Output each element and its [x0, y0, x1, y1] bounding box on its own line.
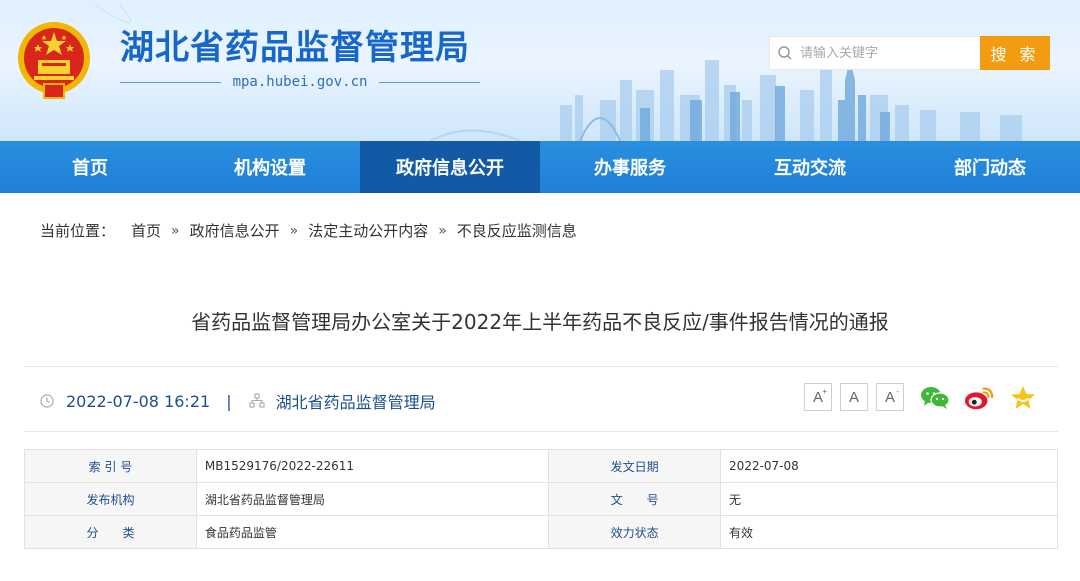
favorite-button[interactable] — [1008, 383, 1038, 413]
site-domain: mpa.hubei.gov.cn — [232, 74, 368, 90]
font-larger-button[interactable]: A + — [804, 383, 832, 411]
site-header: 湖北省药品监督管理局 mpa.hubei.gov.cn 搜 索 — [0, 0, 1080, 141]
article-meta: 2022-07-08 16:21 | 湖北省药品监督管理局 — [38, 389, 436, 413]
breadcrumb-link-statutory[interactable]: 法定主动公开内容 — [308, 220, 428, 241]
breadcrumb-link-gov-info[interactable]: 政府信息公开 — [190, 220, 280, 241]
article-meta-bar: 2022-07-08 16:21 | 湖北省药品监督管理局 A + A A- — [24, 366, 1058, 432]
info-value-publisher: 湖北省药品监督管理局 — [195, 482, 550, 516]
font-default-label: A — [848, 388, 859, 406]
info-value-status: 有效 — [720, 515, 1058, 549]
info-key-status: 效力状态 — [548, 515, 722, 549]
meta-divider: | — [226, 391, 232, 411]
org-icon — [248, 392, 266, 410]
search-input[interactable] — [800, 37, 980, 69]
font-smaller-button[interactable]: A- — [876, 383, 904, 411]
wechat-share-button[interactable] — [920, 383, 950, 413]
search-icon — [770, 36, 800, 70]
document-info-table: 索 引 号 MB1529176/2022-22611 发文日期 2022-07-… — [24, 449, 1058, 549]
info-key-doc-number: 文 号 — [548, 482, 722, 516]
publisher-name: 湖北省药品监督管理局 — [275, 393, 436, 412]
breadcrumb-separator: » — [171, 222, 180, 239]
nav-item-organization[interactable]: 机构设置 — [180, 141, 360, 193]
info-key-issue-date: 发文日期 — [548, 449, 722, 483]
site-domain-row: mpa.hubei.gov.cn — [120, 72, 481, 92]
table-row: 索 引 号 MB1529176/2022-22611 发文日期 2022-07-… — [24, 449, 1058, 483]
breadcrumb-separator: » — [438, 222, 447, 239]
nav-item-gov-info[interactable]: 政府信息公开 — [360, 141, 540, 193]
font-size-controls: A + A A- — [804, 383, 912, 411]
search-box — [769, 36, 980, 70]
wechat-icon — [921, 387, 950, 409]
nav-item-services[interactable]: 办事服务 — [540, 141, 720, 193]
main-nav: 首页 机构设置 政府信息公开 办事服务 互动交流 部门动态 — [0, 141, 1080, 193]
info-value-category: 食品药品监管 — [195, 515, 550, 549]
info-value-doc-number: 无 — [720, 482, 1058, 516]
nav-item-interaction[interactable]: 互动交流 — [720, 141, 900, 193]
breadcrumb-link-adverse-reaction[interactable]: 不良反应监测信息 — [457, 220, 577, 241]
site-title[interactable]: 湖北省药品监督管理局 — [120, 20, 470, 69]
share-bar — [920, 383, 1052, 413]
plus-icon: + — [822, 387, 827, 396]
info-key-publisher: 发布机构 — [24, 482, 197, 516]
table-row: 分 类 食品药品监管 效力状态 有效 — [24, 515, 1058, 549]
divider-line — [120, 81, 221, 83]
nav-item-home[interactable]: 首页 — [0, 141, 180, 193]
info-value-issue-date: 2022-07-08 — [720, 449, 1058, 483]
search-button[interactable]: 搜 索 — [980, 36, 1050, 70]
breadcrumb: 当前位置： 首页 » 政府信息公开 » 法定主动公开内容 » 不良反应监测信息 — [40, 220, 577, 241]
weibo-share-button[interactable] — [964, 383, 994, 413]
weibo-icon — [964, 387, 994, 410]
national-emblem-icon — [18, 22, 90, 99]
breadcrumb-label: 当前位置： — [40, 222, 116, 240]
table-row: 发布机构 湖北省药品监督管理局 文 号 无 — [24, 482, 1058, 516]
info-key-index: 索 引 号 — [24, 449, 197, 483]
breadcrumb-separator: » — [289, 222, 299, 239]
font-smaller-label: A — [884, 388, 895, 406]
divider-line — [379, 81, 481, 83]
publish-datetime: 2022-07-08 16:21 — [66, 391, 211, 411]
minus-icon: - — [896, 387, 899, 396]
nav-item-news[interactable]: 部门动态 — [900, 141, 1080, 193]
article-title: 省药品监督管理局办公室关于2022年上半年药品不良反应/事件报告情况的通报 — [191, 310, 889, 334]
info-value-index: MB1529176/2022-22611 — [195, 449, 550, 483]
breadcrumb-link-home[interactable]: 首页 — [131, 220, 161, 241]
clock-icon — [38, 392, 56, 410]
info-key-category: 分 类 — [24, 515, 197, 549]
font-default-button[interactable]: A — [840, 383, 868, 411]
star-icon — [1011, 386, 1035, 409]
search-bar: 搜 索 — [769, 36, 1050, 70]
